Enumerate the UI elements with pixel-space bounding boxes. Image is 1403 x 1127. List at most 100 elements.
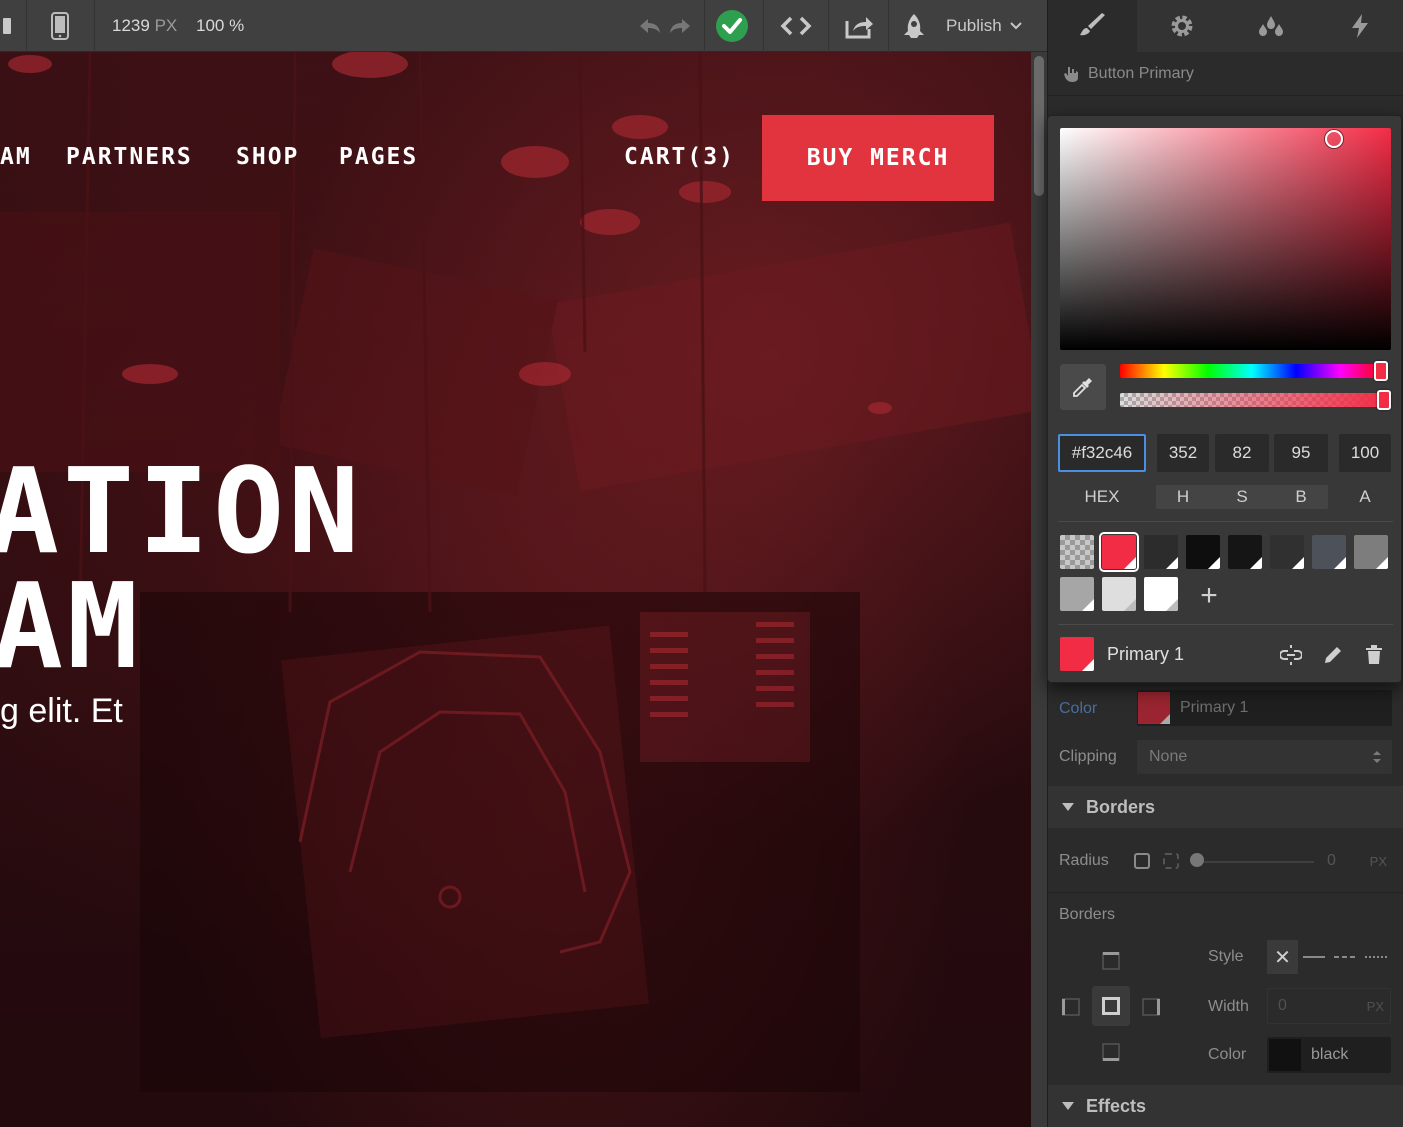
code-icon[interactable] bbox=[776, 0, 816, 52]
checkmark-status-icon[interactable] bbox=[712, 0, 752, 52]
hero-heading-line-2[interactable]: AM bbox=[0, 567, 142, 685]
saturation-input[interactable]: 82 bbox=[1215, 434, 1269, 472]
borders-label: Borders bbox=[1059, 906, 1116, 923]
swatch-gray-2[interactable] bbox=[1060, 577, 1094, 611]
swatch-white[interactable] bbox=[1144, 577, 1178, 611]
selected-element-name: Button Primary bbox=[1088, 64, 1194, 82]
border-top-icon[interactable] bbox=[1102, 952, 1120, 970]
desktop-breakpoint-icon[interactable] bbox=[0, 0, 14, 52]
hue-slider[interactable] bbox=[1120, 361, 1388, 381]
delete-trash-icon[interactable] bbox=[1365, 645, 1385, 665]
hero-subtitle[interactable]: g elit. Et bbox=[0, 692, 123, 731]
a-label: A bbox=[1359, 487, 1371, 506]
border-bottom-icon[interactable] bbox=[1102, 1043, 1120, 1061]
color-label: Color bbox=[1059, 700, 1098, 717]
effects-section-title: Effects bbox=[1086, 1095, 1147, 1116]
alpha-slider[interactable] bbox=[1120, 390, 1391, 410]
borders-section-header[interactable]: Borders bbox=[1048, 786, 1403, 828]
border-style-dotted-icon[interactable] bbox=[1360, 940, 1391, 974]
border-color-field[interactable]: black bbox=[1267, 1037, 1391, 1073]
rocket-icon bbox=[904, 14, 924, 38]
radius-all-corners-icon[interactable] bbox=[1134, 853, 1150, 869]
edit-pencil-icon[interactable] bbox=[1323, 645, 1343, 665]
radius-slider-track[interactable] bbox=[1196, 861, 1314, 863]
saturation-brightness-handle[interactable] bbox=[1325, 130, 1343, 148]
collapse-triangle-icon bbox=[1062, 803, 1074, 811]
swatch-black-2[interactable] bbox=[1228, 535, 1262, 569]
border-width-input[interactable]: 0 PX bbox=[1267, 988, 1391, 1024]
swatch-light-gray[interactable] bbox=[1102, 577, 1136, 611]
share-export-icon[interactable] bbox=[840, 0, 878, 52]
redo-icon[interactable] bbox=[666, 0, 694, 52]
swatch-black-1[interactable] bbox=[1186, 535, 1220, 569]
s-label: S bbox=[1236, 487, 1248, 506]
border-color-value: black bbox=[1311, 1046, 1349, 1063]
radius-individual-corners-icon[interactable] bbox=[1163, 853, 1179, 869]
swatch-dark-2[interactable] bbox=[1270, 535, 1304, 569]
hue-input[interactable]: 352 bbox=[1157, 434, 1209, 472]
border-width-unit: PX bbox=[1366, 998, 1384, 1014]
publish-button[interactable]: Publish bbox=[900, 0, 1035, 52]
radius-value: 0 bbox=[1327, 852, 1336, 869]
buy-merch-button[interactable]: BUY MERCH bbox=[762, 115, 994, 201]
brightness-input[interactable]: 95 bbox=[1274, 434, 1328, 472]
hue-slider-handle[interactable] bbox=[1374, 361, 1388, 381]
tab-settings[interactable] bbox=[1137, 0, 1226, 52]
chevron-down-icon bbox=[1010, 22, 1022, 30]
h-label: H bbox=[1176, 487, 1190, 506]
add-swatch-button[interactable]: + bbox=[1192, 579, 1226, 613]
radius-unit: PX bbox=[1369, 853, 1387, 869]
radius-input[interactable]: 0 PX bbox=[1315, 844, 1393, 878]
nav-link-partners[interactable]: PARTNERS bbox=[66, 144, 193, 170]
tab-lightning[interactable] bbox=[1315, 0, 1403, 52]
undo-icon[interactable] bbox=[636, 0, 664, 52]
effects-section-header[interactable]: Effects bbox=[1048, 1085, 1403, 1127]
saturation-brightness-area[interactable] bbox=[1060, 128, 1391, 350]
mobile-breakpoint-icon[interactable] bbox=[38, 0, 82, 52]
border-all-icon bbox=[1102, 997, 1120, 1015]
border-all-button[interactable] bbox=[1092, 986, 1130, 1026]
tab-interactions[interactable] bbox=[1226, 0, 1315, 52]
scrollbar-thumb[interactable] bbox=[1034, 56, 1044, 196]
select-arrows-icon bbox=[1373, 751, 1381, 763]
border-color-label: Color bbox=[1208, 1046, 1247, 1063]
canvas-scrollbar[interactable] bbox=[1031, 52, 1047, 1127]
nav-link-team[interactable]: AM bbox=[0, 144, 32, 170]
selected-swatch-name: Primary 1 bbox=[1107, 643, 1185, 664]
nav-link-cart[interactable]: CART(3) bbox=[624, 144, 735, 170]
nav-link-pages[interactable]: PAGES bbox=[339, 144, 418, 170]
design-canvas[interactable]: AM PARTNERS SHOP PAGES CART(3) BUY MERCH… bbox=[0, 52, 1031, 1127]
clipping-select[interactable]: None bbox=[1137, 740, 1392, 774]
radius-slider-handle[interactable] bbox=[1190, 853, 1204, 867]
unlink-swatch-icon[interactable] bbox=[1279, 645, 1303, 665]
tab-style[interactable] bbox=[1048, 0, 1137, 52]
border-width-label: Width bbox=[1208, 998, 1249, 1015]
border-style-segmented[interactable]: ✕ bbox=[1267, 940, 1391, 974]
hex-input[interactable]: #f32c46 bbox=[1058, 434, 1146, 472]
selected-element-breadcrumb: Button Primary bbox=[1048, 52, 1403, 96]
nav-link-shop[interactable]: SHOP bbox=[236, 144, 299, 170]
hex-label: HEX bbox=[1084, 487, 1120, 506]
clipping-label: Clipping bbox=[1059, 748, 1117, 765]
swatch-slate[interactable] bbox=[1312, 535, 1346, 569]
border-left-icon[interactable] bbox=[1062, 998, 1080, 1016]
border-right-icon[interactable] bbox=[1142, 998, 1160, 1016]
swatch-gray-1[interactable] bbox=[1354, 535, 1388, 569]
alpha-input[interactable]: 100 bbox=[1339, 434, 1391, 472]
swatch-dark-1[interactable] bbox=[1144, 535, 1178, 569]
border-style-none-icon[interactable]: ✕ bbox=[1267, 940, 1298, 974]
panel-tabs bbox=[1048, 0, 1403, 52]
zoom-readout[interactable]: 100 % bbox=[196, 0, 256, 52]
eyedropper-button[interactable] bbox=[1060, 364, 1106, 410]
alpha-slider-handle[interactable] bbox=[1377, 390, 1391, 410]
border-color-swatch bbox=[1269, 1039, 1301, 1071]
color-field[interactable]: Primary 1 bbox=[1137, 690, 1392, 726]
swatch-transparent[interactable] bbox=[1060, 535, 1094, 569]
swatch-primary-1[interactable] bbox=[1099, 532, 1139, 572]
border-style-label: Style bbox=[1208, 948, 1244, 965]
border-style-solid-icon[interactable] bbox=[1298, 940, 1329, 974]
color-picker-popover: #f32c46 352 82 95 100 HEX H S B A + Prim… bbox=[1047, 115, 1402, 683]
border-style-dashed-icon[interactable] bbox=[1329, 940, 1360, 974]
borders-section-title: Borders bbox=[1086, 796, 1156, 817]
hero-heading-line-1[interactable]: ATION bbox=[0, 452, 363, 570]
